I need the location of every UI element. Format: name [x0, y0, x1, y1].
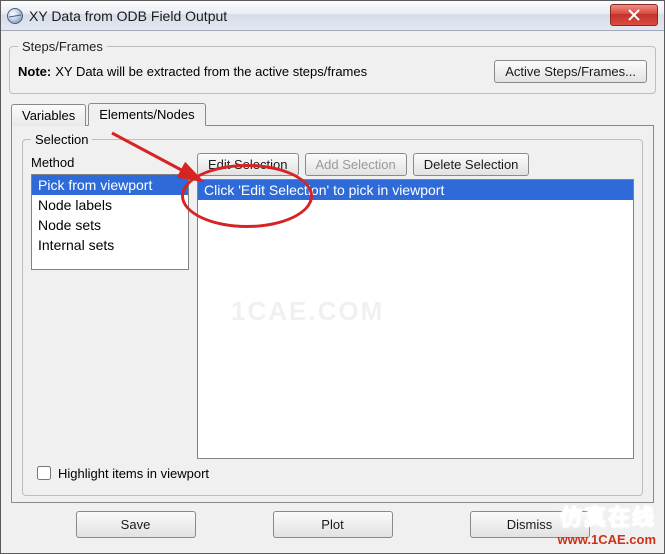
highlight-label: Highlight items in viewport — [58, 466, 209, 481]
highlight-checkbox[interactable] — [37, 466, 51, 480]
title-bar: XY Data from ODB Field Output — [1, 1, 664, 31]
method-item-internal-sets[interactable]: Internal sets — [32, 235, 188, 255]
selection-button-row: Edit Selection Add Selection Delete Sele… — [197, 153, 634, 176]
selection-group: Selection Method Pick from viewport Node… — [22, 132, 643, 496]
add-selection-button[interactable]: Add Selection — [305, 153, 407, 176]
method-item-pick-from-viewport[interactable]: Pick from viewport — [32, 175, 188, 195]
bottom-button-row: Save Plot Dismiss — [7, 503, 658, 538]
highlight-row: Highlight items in viewport — [31, 463, 634, 483]
selection-grid: Method Pick from viewport Node labels No… — [31, 153, 634, 459]
app-icon — [7, 8, 23, 24]
note-text: XY Data will be extracted from the activ… — [55, 64, 488, 79]
method-item-node-labels[interactable]: Node labels — [32, 195, 188, 215]
close-button[interactable] — [610, 4, 658, 26]
plot-button[interactable]: Plot — [273, 511, 393, 538]
dismiss-button[interactable]: Dismiss — [470, 511, 590, 538]
steps-frames-legend: Steps/Frames — [18, 39, 107, 54]
dialog-window: XY Data from ODB Field Output Steps/Fram… — [0, 0, 665, 554]
save-button[interactable]: Save — [76, 511, 196, 538]
tab-panel-elements-nodes: Selection Method Pick from viewport Node… — [11, 125, 654, 503]
close-icon — [628, 9, 640, 21]
active-steps-button[interactable]: Active Steps/Frames... — [494, 60, 647, 83]
method-label: Method — [31, 153, 189, 174]
selection-list[interactable]: Click 'Edit Selection' to pick in viewpo… — [197, 179, 634, 459]
method-column: Method Pick from viewport Node labels No… — [31, 153, 189, 459]
dialog-body: Steps/Frames Note: XY Data will be extra… — [1, 31, 664, 553]
steps-frames-group: Steps/Frames Note: XY Data will be extra… — [9, 39, 656, 94]
tab-elements-nodes[interactable]: Elements/Nodes — [88, 103, 205, 126]
selection-legend: Selection — [31, 132, 92, 147]
method-item-node-sets[interactable]: Node sets — [32, 215, 188, 235]
delete-selection-button[interactable]: Delete Selection — [413, 153, 530, 176]
selection-list-item[interactable]: Click 'Edit Selection' to pick in viewpo… — [198, 180, 633, 200]
selection-right-column: Edit Selection Add Selection Delete Sele… — [197, 153, 634, 459]
note-label: Note: — [18, 64, 51, 79]
note-row: Note: XY Data will be extracted from the… — [18, 60, 647, 83]
tab-variables[interactable]: Variables — [11, 104, 86, 126]
window-title: XY Data from ODB Field Output — [29, 8, 662, 24]
method-list[interactable]: Pick from viewport Node labels Node sets… — [31, 174, 189, 270]
edit-selection-button[interactable]: Edit Selection — [197, 153, 299, 176]
tab-strip: Variables Elements/Nodes — [11, 102, 658, 125]
